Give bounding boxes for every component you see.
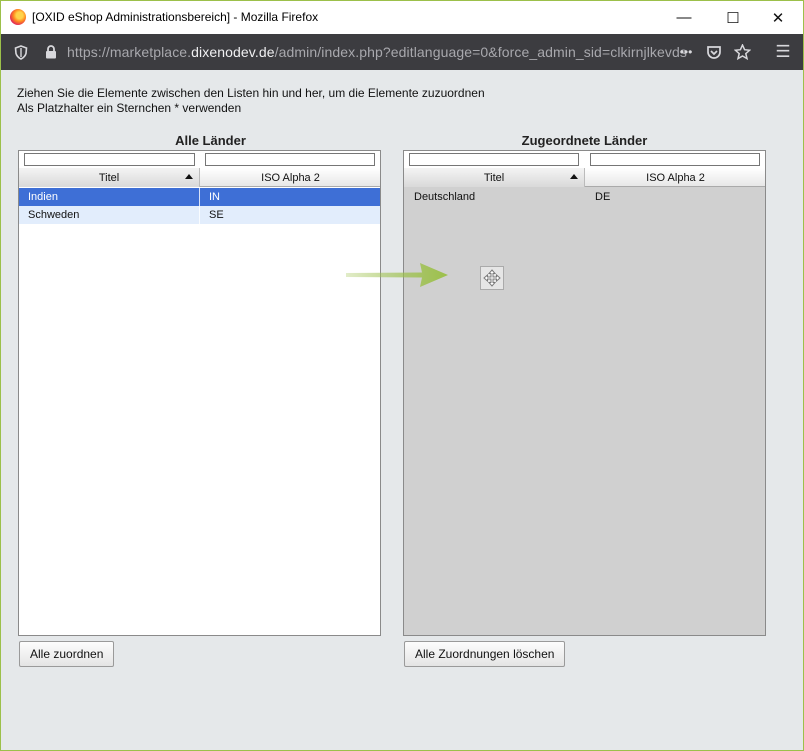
filter-iso-input[interactable] bbox=[205, 153, 375, 166]
instructions: Ziehen Sie die Elemente zwischen den Lis… bbox=[17, 86, 485, 116]
url-field[interactable]: https://marketplace.dixenodev.de/admin/i… bbox=[67, 44, 687, 60]
url-path: /admin/index.php?editlanguage=0&force_ad… bbox=[274, 44, 687, 60]
browser-window: [OXID eShop Administrationsbereich] - Mo… bbox=[1, 1, 803, 750]
column-header-title-label: Titel bbox=[483, 171, 505, 184]
table-row[interactable]: Indien IN bbox=[19, 188, 380, 206]
filter-row bbox=[19, 151, 380, 168]
bookmark-star-icon[interactable] bbox=[732, 42, 752, 62]
more-actions-button[interactable]: ••• bbox=[676, 42, 696, 62]
pocket-icon[interactable] bbox=[704, 42, 724, 62]
page-content: Ziehen Sie die Elemente zwischen den Lis… bbox=[1, 70, 803, 750]
column-header-title[interactable]: Titel bbox=[19, 168, 200, 187]
column-header-title[interactable]: Titel bbox=[404, 168, 585, 187]
menu-icon[interactable]: ☰ bbox=[773, 42, 793, 62]
left-panel-title: Alle Länder bbox=[175, 133, 246, 148]
assigned-countries-grid[interactable]: Titel ISO Alpha 2 Deutschland DE bbox=[403, 150, 766, 636]
assign-all-button[interactable]: Alle zuordnen bbox=[19, 641, 115, 667]
sort-ascending-icon bbox=[185, 174, 193, 179]
url-prefix: https://marketplace. bbox=[67, 44, 192, 60]
maximize-button[interactable]: ☐ bbox=[710, 1, 756, 34]
table-row[interactable]: Deutschland DE bbox=[404, 188, 765, 206]
column-header-iso[interactable]: ISO Alpha 2 bbox=[200, 168, 380, 187]
cell-iso: IN bbox=[209, 191, 220, 203]
filter-title-input[interactable] bbox=[409, 153, 579, 166]
move-icon[interactable] bbox=[480, 266, 504, 290]
column-header-iso-label: ISO Alpha 2 bbox=[261, 171, 320, 184]
cell-iso: DE bbox=[595, 191, 611, 203]
firefox-icon bbox=[10, 9, 26, 25]
right-panel-title: Zugeordnete Länder bbox=[521, 133, 648, 148]
header-row: Titel ISO Alpha 2 bbox=[19, 168, 380, 187]
column-header-iso[interactable]: ISO Alpha 2 bbox=[585, 168, 765, 187]
filter-row bbox=[404, 151, 765, 168]
column-header-title-label: Titel bbox=[98, 171, 120, 184]
address-bar: https://marketplace.dixenodev.de/admin/i… bbox=[1, 34, 803, 70]
close-button[interactable]: ✕ bbox=[755, 1, 801, 34]
header-row: Titel ISO Alpha 2 bbox=[404, 168, 765, 187]
column-header-iso-label: ISO Alpha 2 bbox=[646, 171, 705, 184]
filter-title-input[interactable] bbox=[24, 153, 195, 166]
sort-ascending-icon bbox=[570, 174, 578, 179]
filter-iso-input[interactable] bbox=[590, 153, 760, 166]
remove-all-assignments-button[interactable]: Alle Zuordnungen löschen bbox=[404, 641, 566, 667]
cell-title: Schweden bbox=[28, 209, 80, 221]
lock-icon[interactable] bbox=[41, 42, 61, 62]
shield-icon[interactable] bbox=[11, 42, 31, 62]
table-row[interactable]: Schweden SE bbox=[19, 206, 380, 224]
instructions-line-1: Ziehen Sie die Elemente zwischen den Lis… bbox=[17, 86, 485, 100]
cell-iso: SE bbox=[209, 209, 224, 221]
url-host: dixenodev.de bbox=[191, 44, 275, 60]
minimize-button[interactable]: — bbox=[661, 1, 707, 34]
window-title: [OXID eShop Administrationsbereich] - Mo… bbox=[32, 10, 319, 24]
all-countries-grid[interactable]: Titel ISO Alpha 2 Indien IN Schweden SE bbox=[18, 150, 381, 636]
title-bar: [OXID eShop Administrationsbereich] - Mo… bbox=[1, 1, 803, 34]
instructions-line-2: Als Platzhalter ein Sternchen * verwende… bbox=[17, 101, 242, 115]
cell-title: Deutschland bbox=[414, 191, 476, 203]
arrow-right-icon bbox=[346, 263, 448, 287]
cell-title: Indien bbox=[28, 191, 58, 203]
